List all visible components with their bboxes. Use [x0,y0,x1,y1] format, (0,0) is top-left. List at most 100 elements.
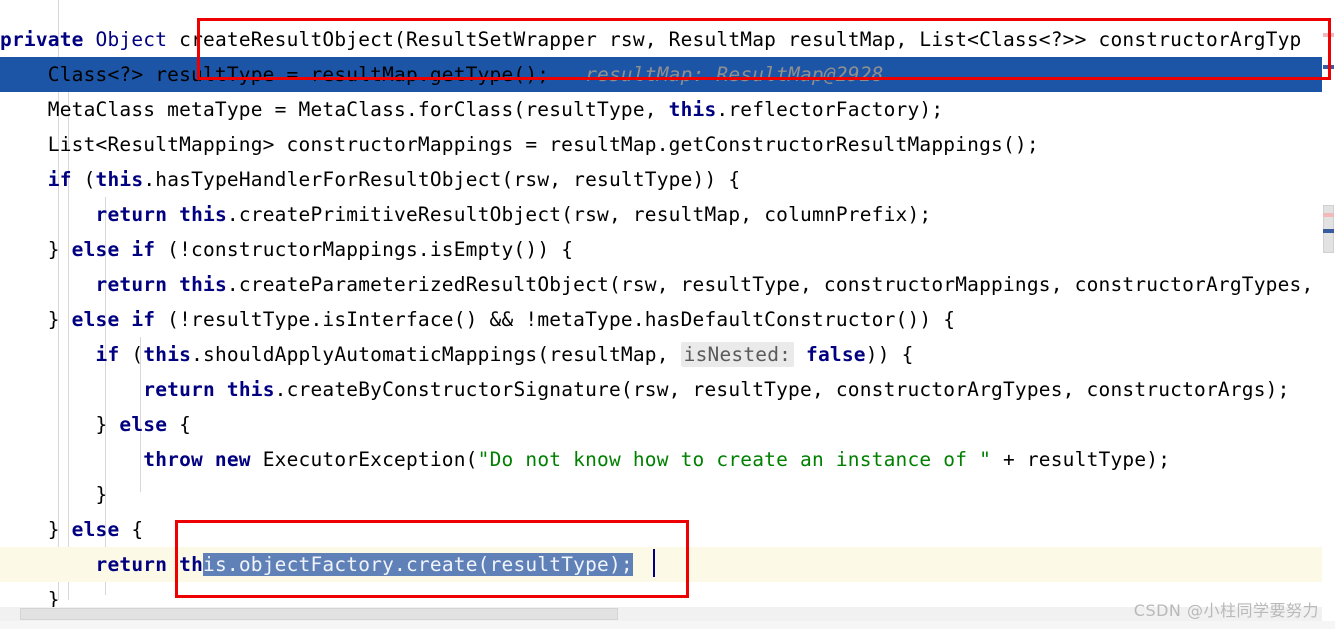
code-editor[interactable]: private Object createResultObject(Result… [0,0,1335,629]
code-line-text: return this.objectFactory.create(resultT… [0,547,633,582]
code-line[interactable]: return this.createByConstructorSignature… [0,372,1335,407]
code-token: isNested: [680,342,795,367]
code-line[interactable]: } else { [0,407,1335,442]
code-token: (!resultType.isInterface() && !metaType.… [155,308,956,331]
code-token: (!constructorMappings.isEmpty()) { [155,238,574,261]
code-line-text: List<ResultMapping> constructorMappings … [0,127,1039,162]
code-token: return [95,553,168,576]
code-line[interactable]: if (this.shouldApplyAutomaticMappings(re… [0,337,1335,372]
code-token: this [668,98,717,121]
vertical-scrollbar[interactable] [1322,0,1335,600]
code-line[interactable]: if (this.hasTypeHandlerForResultObject(r… [0,162,1335,197]
code-token: .shouldApplyAutomaticMappings(resultMap, [191,343,681,366]
code-token: ( [119,343,144,366]
code-token: } [0,483,108,506]
code-token: if [47,168,72,191]
code-line-text: if (this.shouldApplyAutomaticMappings(re… [0,337,914,372]
code-token: else if [71,238,156,261]
code-line[interactable]: } else { [0,512,1335,547]
code-line-text: private Object createResultObject(Result… [0,22,1302,57]
code-token: is.objectFactory.create(resultType); [203,553,633,576]
code-line-text: } else if (!constructorMappings.isEmpty(… [0,232,573,267]
code-token: .hasTypeHandlerForResultObject(rsw, resu… [143,168,741,191]
code-line-text: return this.createParameterizedResultObj… [0,267,1314,302]
code-line-text: } else { [0,512,143,547]
code-token: else if [71,308,156,331]
code-token: { [167,413,192,436]
code-line-text: } else if (!resultType.isInterface() && … [0,302,955,337]
scrollbar-bottom-track [0,621,1335,629]
code-line[interactable]: return this.createPrimitiveResultObject(… [0,197,1335,232]
code-token: return [95,273,168,296]
code-token: .createPrimitiveResultObject(rsw, result… [226,203,932,226]
code-line[interactable]: } [0,477,1335,512]
code-line-text: return this.createPrimitiveResultObject(… [0,197,932,232]
scrollbar-debug-marker-top[interactable] [1323,65,1334,69]
code-line-text: throw new ExecutorException("Do not know… [0,442,1170,477]
code-token: ( [71,168,96,191]
code-token: } [0,518,72,541]
code-token: this [179,273,227,296]
code-token: else [71,518,120,541]
code-token: ExecutorException( [250,448,478,471]
code-token: else [119,413,168,436]
code-line[interactable]: throw new ExecutorException("Do not know… [0,442,1335,477]
code-token: .createByConstructorSignature(rsw, resul… [274,378,1290,401]
code-line[interactable]: MetaClass metaType = MetaClass.forClass(… [0,92,1335,127]
code-line[interactable]: return this.createParameterizedResultObj… [0,267,1335,302]
code-line[interactable]: } else if (!constructorMappings.isEmpty(… [0,232,1335,267]
code-token: + resultType); [991,448,1171,471]
code-token: this [179,203,227,226]
code-line-text: if (this.hasTypeHandlerForResultObject(r… [0,162,740,197]
code-token: private [0,28,84,51]
code-token: Object [95,28,168,51]
code-line[interactable]: private Object createResultObject(Result… [0,22,1335,57]
code-line[interactable]: } else if (!resultType.isInterface() && … [0,302,1335,337]
scrollbar-debug-marker[interactable] [1323,229,1334,233]
horizontal-scrollbar-thumb[interactable] [20,608,618,620]
code-token: false [806,343,866,366]
code-token: th [179,553,204,576]
code-token: resultMap: ResultMap@2928 [549,63,884,86]
code-token: } [0,413,120,436]
code-token: return [143,378,215,401]
code-token: this [95,168,144,191]
code-line-text: return this.createByConstructorSignature… [0,372,1290,407]
code-token: Class<?> resultType = resultMap.getType(… [0,63,550,86]
code-token: List<ResultMapping> constructorMappings … [0,133,1039,156]
code-token: )) { [865,343,914,366]
code-line-text: } else { [0,407,191,442]
code-token: this [143,343,192,366]
scrollbar-error-marker-top[interactable] [1323,33,1334,37]
code-line[interactable]: return this.objectFactory.create(resultT… [0,547,1335,582]
code-token: MetaClass metaType = MetaClass.forClass(… [0,98,669,121]
code-token: return [95,203,168,226]
code-token: throw new [143,448,251,471]
text-caret [653,549,655,577]
code-token: createResultObject(ResultSetWrapper rsw,… [167,28,1302,51]
code-token: } [0,238,72,261]
code-token: .reflectorFactory); [716,98,944,121]
code-token: "Do not know how to create an instance o… [477,448,992,471]
code-line-text: } [0,477,108,512]
code-line-text: MetaClass metaType = MetaClass.forClass(… [0,92,943,127]
code-token: this [226,378,275,401]
code-line-text: Class<?> resultType = resultMap.getType(… [0,57,884,92]
code-token: .createParameterizedResultObject(rsw, re… [226,273,1314,296]
code-token: } [0,308,72,331]
code-line[interactable]: Class<?> resultType = resultMap.getType(… [0,57,1335,92]
scrollbar-error-marker[interactable] [1323,213,1334,217]
code-line[interactable]: List<ResultMapping> constructorMappings … [0,127,1335,162]
